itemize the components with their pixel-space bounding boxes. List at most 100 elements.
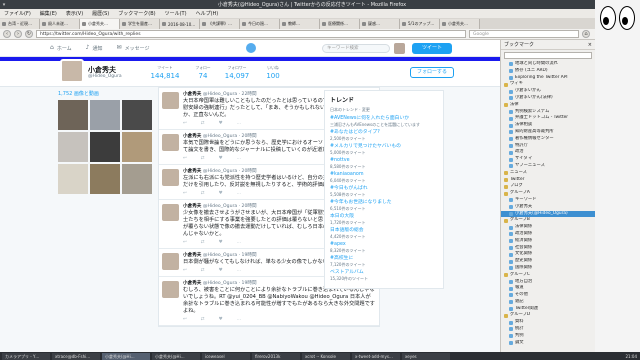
- trend-item[interactable]: #apex 8,320件のツイート: [330, 242, 438, 253]
- trend-item[interactable]: #あなたはどのタイプ? 2,500件のツイート: [330, 130, 438, 141]
- retweet-icon[interactable]: ⇄: [201, 191, 205, 196]
- browser-tab[interactable]: 今日の過…: [240, 19, 280, 29]
- trend-item[interactable]: #メルカリで見つけたヤバいもの 5,000件のツイート: [330, 144, 438, 155]
- browser-tab[interactable]: 小倉秀夫…: [440, 19, 480, 29]
- tweet-avatar[interactable]: [162, 92, 179, 109]
- bookmark-item[interactable]: 小倉まいかん: [501, 88, 595, 95]
- stat-tweets[interactable]: ツイート 144,814: [150, 65, 180, 80]
- trend-item[interactable]: ベストアルバム 15,320件のツイート: [330, 270, 438, 281]
- stat-likes[interactable]: いいね 100: [258, 65, 288, 80]
- reply-icon[interactable]: ↩: [183, 240, 187, 245]
- taskbar-item[interactable]: xeyes: [402, 352, 450, 360]
- bookmark-item[interactable]: 政治関係: [501, 231, 595, 238]
- nav-notifications[interactable]: ♪ 通知: [86, 45, 103, 52]
- photo-thumbnail[interactable]: [122, 100, 152, 130]
- taskbar-item[interactable]: firerov2013k: [252, 352, 300, 360]
- taskbar-item[interactable]: 小倉秀夫(@Hi…: [152, 352, 200, 360]
- bookmark-folder[interactable]: 法律: [501, 102, 595, 109]
- taskbar-item[interactable]: x-tweet-add-mys…: [352, 352, 400, 360]
- like-icon[interactable]: ♥: [219, 268, 223, 273]
- bookmark-item[interactable]: 雑記: [501, 299, 595, 306]
- home-button[interactable]: ⌂: [582, 30, 590, 38]
- bookmark-item[interactable]: 弁護士ドットコム - Twitter: [501, 115, 595, 122]
- bookmark-item[interactable]: 法律関係: [501, 224, 595, 231]
- more-icon[interactable]: …: [237, 240, 242, 245]
- trend-item[interactable]: #今年もお世話になりました 6,510件のツイート: [330, 200, 438, 211]
- bookmark-item[interactable]: 小倉まいかん(法律): [501, 95, 595, 102]
- photo-thumbnail[interactable]: [58, 100, 88, 130]
- browser-tab[interactable]: 学生を量産…: [120, 19, 160, 29]
- tweet-button[interactable]: ツイート: [412, 43, 452, 54]
- reply-icon[interactable]: ↩: [183, 317, 187, 322]
- bookmark-item[interactable]: 社会関係: [501, 245, 595, 252]
- tweet-avatar[interactable]: [162, 134, 179, 151]
- like-icon[interactable]: ♥: [219, 317, 223, 322]
- bookmark-item[interactable]: 法律相談: [501, 122, 595, 129]
- reply-icon[interactable]: ↩: [183, 191, 187, 196]
- more-icon[interactable]: …: [237, 156, 242, 161]
- bookmark-item[interactable]: ヤフーニュース: [501, 163, 595, 170]
- bookmark-item[interactable]: 論文: [501, 340, 595, 347]
- tweet-author[interactable]: 小倉秀夫: [183, 204, 201, 209]
- photo-thumbnail[interactable]: [122, 164, 152, 194]
- menu-item[interactable]: 編集(E): [40, 10, 57, 17]
- twitter-bird-icon[interactable]: [246, 43, 256, 53]
- browser-tab[interactable]: 5/1のアップ…: [400, 19, 440, 29]
- reply-icon[interactable]: ↩: [183, 121, 187, 126]
- menu-item[interactable]: 表示(V): [66, 10, 83, 17]
- tweet-avatar[interactable]: [162, 281, 179, 298]
- trend-item[interactable]: 本日の大阪 1,720件のツイート: [330, 214, 438, 225]
- trend-item[interactable]: #AVENewsに何を入れたら面白いか 三浦忍さんもAVEnewsのことを話題にし…: [330, 116, 438, 127]
- taskbar-item[interactable]: xtrace@db-Fshi…: [52, 352, 100, 360]
- like-icon[interactable]: ♥: [219, 191, 223, 196]
- photo-thumbnail[interactable]: [90, 164, 120, 194]
- bookmark-item[interactable]: 地方自治: [501, 279, 595, 286]
- bookmark-item[interactable]: Twitter関連: [501, 306, 595, 313]
- browser-tab[interactable]: 台湾・近現…: [0, 19, 40, 29]
- web-search-input[interactable]: Google: [469, 30, 579, 38]
- browser-tab[interactable]: 《共謀罪》…: [200, 19, 240, 29]
- trend-item[interactable]: 日本語版の総会 4,420件のツイート: [330, 228, 438, 239]
- reply-icon[interactable]: ↩: [183, 268, 187, 273]
- trend-item[interactable]: #kaniaoanom 6,040件のツイート: [330, 172, 438, 183]
- bookmark-item[interactable]: 政治: [501, 149, 595, 156]
- bookmark-item[interactable]: 依存 (ユニ ARD): [501, 68, 595, 75]
- menu-item[interactable]: ツール(T): [165, 10, 187, 17]
- sidebar-title[interactable]: ブックマーク: [504, 41, 534, 48]
- window-menu-icon[interactable]: ▾: [0, 2, 8, 8]
- trend-item[interactable]: #nottve 8,580件のツイート: [330, 158, 438, 169]
- url-bar[interactable]: https://twitter.com/Hideo_Ogura/with_rep…: [36, 30, 466, 38]
- nav-home[interactable]: ⌂ ホーム: [50, 45, 72, 52]
- reply-icon[interactable]: ↩: [183, 156, 187, 161]
- browser-tab[interactable]: 医療関係…: [320, 19, 360, 29]
- nav-messages[interactable]: ✉ メッセージ: [117, 45, 150, 52]
- bookmark-item[interactable]: その他: [501, 292, 595, 299]
- browser-tab[interactable]: 教師…: [280, 19, 320, 29]
- bookmark-item[interactable]: 判例: [501, 333, 595, 340]
- photo-thumbnail[interactable]: [122, 132, 152, 162]
- taskbar-item[interactable]: xcrot -- Konsole: [302, 352, 350, 360]
- browser-tab[interactable]: 小倉秀夫…: [80, 19, 120, 29]
- trends-subtitle[interactable]: 日本のトレンド · 変更: [330, 107, 438, 113]
- menu-item[interactable]: ブックマーク(B): [118, 10, 155, 17]
- bookmark-folder[interactable]: ウィキ: [501, 81, 595, 88]
- bookmark-item[interactable]: 著作権情報センター: [501, 136, 595, 143]
- menu-item[interactable]: ヘルプ(H): [196, 10, 219, 17]
- retweet-icon[interactable]: ⇄: [201, 240, 205, 245]
- browser-tab[interactable]: 2016-08-10…: [160, 19, 200, 29]
- back-button[interactable]: ‹: [3, 30, 11, 38]
- bookmark-search-input[interactable]: [504, 52, 592, 59]
- more-icon[interactable]: …: [237, 191, 242, 196]
- browser-tab[interactable]: 殺人未遂…: [40, 19, 80, 29]
- bookmark-item[interactable]: 統計: [501, 326, 595, 333]
- bookmark-item[interactable]: 小倉秀夫: [501, 204, 595, 211]
- close-sidebar-icon[interactable]: ×: [588, 42, 592, 48]
- bookmark-item[interactable]: 国際関係: [501, 265, 595, 272]
- tweet-author[interactable]: 小倉秀夫: [183, 281, 201, 286]
- bookmark-item[interactable]: 経済関係: [501, 238, 595, 245]
- bookmark-folder[interactable]: グループD: [501, 312, 595, 319]
- photo-thumbnail[interactable]: [58, 132, 88, 162]
- bookmark-item[interactable]: キーワード: [501, 197, 595, 204]
- retweet-icon[interactable]: ⇄: [201, 121, 205, 126]
- bookmark-item[interactable]: Exploring the Twitter API: [501, 75, 595, 82]
